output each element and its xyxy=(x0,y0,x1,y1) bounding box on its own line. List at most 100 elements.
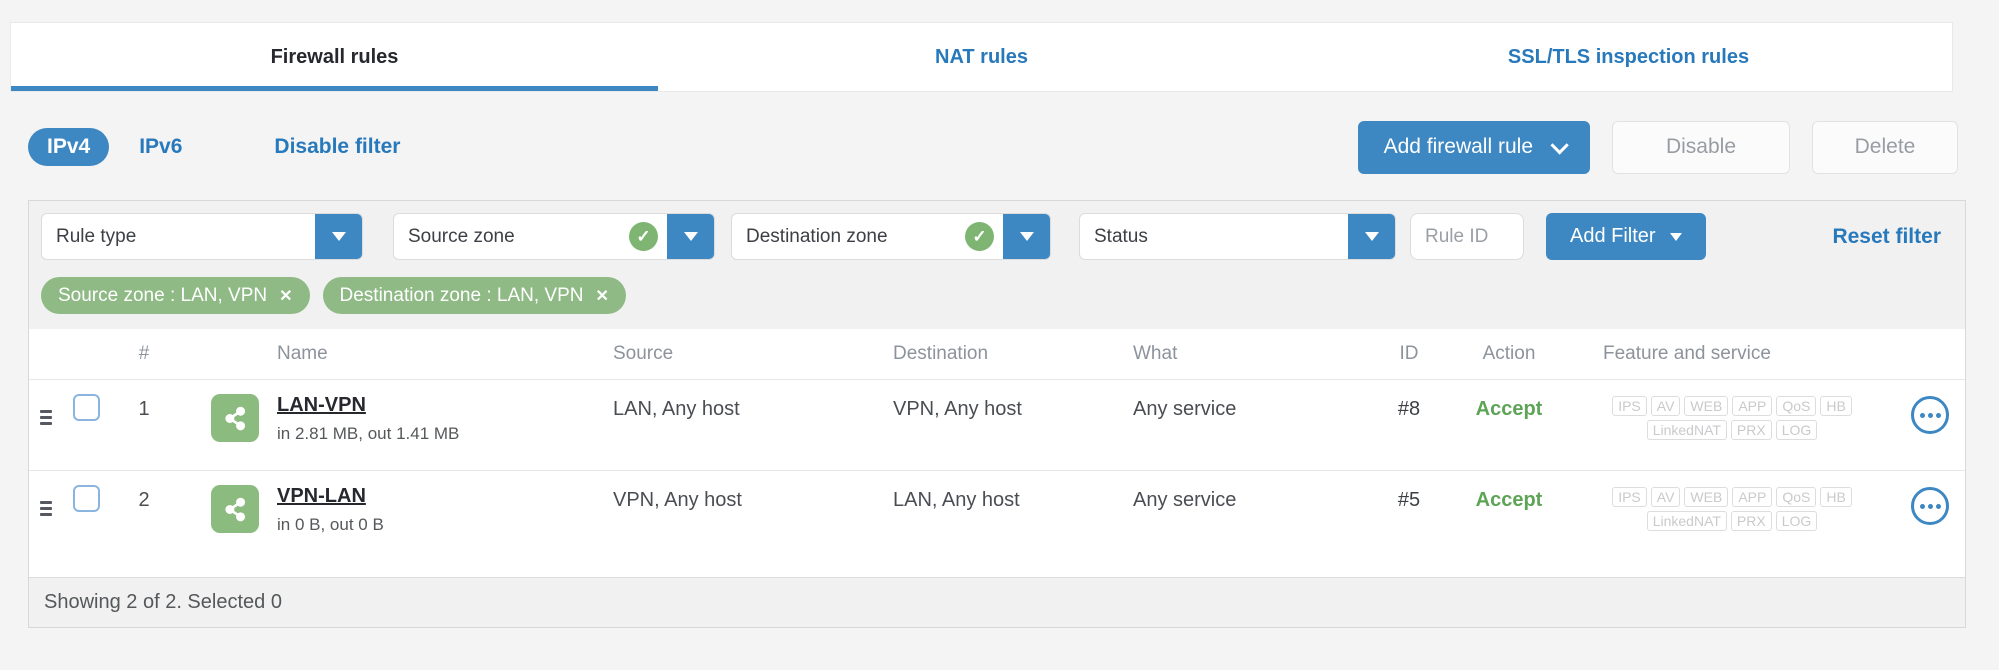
action-cell: Accept xyxy=(1475,489,1543,511)
checkbox-cell xyxy=(63,380,109,470)
rule-type-dropdown-button[interactable] xyxy=(315,214,362,259)
tab-nat-rules[interactable]: NAT rules xyxy=(658,23,1305,91)
table-header: # Name Source Destination What ID Action… xyxy=(29,329,1965,379)
source-zone-dropdown-label: Source zone xyxy=(408,225,515,247)
ipv6-toggle[interactable]: IPv6 xyxy=(139,135,182,159)
status-dropdown-button[interactable] xyxy=(1348,214,1395,259)
source-cell: VPN, Any host xyxy=(613,489,742,511)
badge-av: AV xyxy=(1650,396,1681,416)
badge-linkednat: LinkedNAT xyxy=(1646,420,1727,440)
badge-prx: PRX xyxy=(1730,511,1772,531)
rule-traffic-stats: in 0 B, out 0 B xyxy=(277,515,384,534)
rules-tab-bar: Firewall rules NAT rules SSL/TLS inspect… xyxy=(10,22,1953,92)
badge-app: APP xyxy=(1732,487,1773,507)
close-icon[interactable]: ✕ xyxy=(595,286,608,306)
drag-handle[interactable] xyxy=(29,380,63,470)
destination-zone-dropdown-label: Destination zone xyxy=(746,225,888,247)
table-row: 2 VPN-LAN in 0 B, out 0 B VPN, Any host … xyxy=(29,470,1965,561)
column-header-name: Name xyxy=(277,343,328,364)
column-header-id: ID xyxy=(1399,343,1419,364)
caret-down-icon xyxy=(1669,232,1682,241)
badge-line: IPS AV WEB APP QoS HB xyxy=(1569,485,1895,509)
filter-dropdown-row: Rule type Source zone ✓ Destination zone… xyxy=(41,213,1953,260)
badge-qos: QoS xyxy=(1776,487,1817,507)
badge-log: LOG xyxy=(1775,511,1818,531)
badge-line: LinkedNAT PRX LOG xyxy=(1569,509,1895,533)
rule-type-dropdown[interactable]: Rule type xyxy=(41,213,363,260)
reset-filter-link[interactable]: Reset filter xyxy=(1832,225,1941,249)
checkbox-cell xyxy=(63,471,109,561)
badge-log: LOG xyxy=(1775,420,1818,440)
what-cell: Any service xyxy=(1133,398,1237,420)
feature-badges: IPS AV WEB APP QoS HB LinkedNAT PRX LOG xyxy=(1569,471,1895,561)
action-cell: Accept xyxy=(1475,398,1543,420)
row-menu-button[interactable] xyxy=(1911,396,1949,434)
chevron-down-icon xyxy=(1550,135,1569,155)
row-checkbox[interactable] xyxy=(72,394,100,421)
badge-line: IPS AV WEB APP QoS HB xyxy=(1569,394,1895,418)
row-menu-button[interactable] xyxy=(1911,487,1949,525)
row-number: 1 xyxy=(138,398,150,420)
ipv4-toggle[interactable]: IPv4 xyxy=(28,128,110,166)
share-network-icon xyxy=(211,394,259,442)
name-cell: VPN-LAN in 0 B, out 0 B xyxy=(179,471,599,561)
column-header-num: # xyxy=(138,343,150,364)
badge-web: WEB xyxy=(1684,396,1729,416)
filter-chip-row: Source zone : LAN, VPN ✕ Destination zon… xyxy=(41,260,1953,329)
badge-web: WEB xyxy=(1684,487,1729,507)
badge-qos: QoS xyxy=(1776,396,1817,416)
tab-firewall-rules[interactable]: Firewall rules xyxy=(11,23,658,91)
more-cell xyxy=(1895,380,1965,470)
filter-chip-source-zone: Source zone : LAN, VPN ✕ xyxy=(41,277,310,314)
rule-name-block: VPN-LAN in 0 B, out 0 B xyxy=(277,485,384,561)
destination-cell: LAN, Any host xyxy=(893,489,1020,511)
badge-prx: PRX xyxy=(1730,420,1772,440)
add-firewall-rule-button[interactable]: Add firewall rule xyxy=(1357,120,1590,174)
column-header-source: Source xyxy=(613,343,674,364)
caret-down-icon xyxy=(1019,232,1034,241)
rule-name-link[interactable]: VPN-LAN xyxy=(277,485,384,508)
toolbar: IPv4 IPv6 Disable filter Add firewall ru… xyxy=(28,120,1958,174)
firewall-rules-panel: Rule type Source zone ✓ Destination zone… xyxy=(28,200,1966,628)
disable-filter-link[interactable]: Disable filter xyxy=(274,135,400,159)
add-filter-button[interactable]: Add Filter xyxy=(1546,213,1706,260)
destination-zone-dropdown[interactable]: Destination zone ✓ xyxy=(731,213,1051,260)
share-network-icon xyxy=(211,485,259,533)
status-dropdown[interactable]: Status xyxy=(1079,213,1396,260)
disable-button[interactable]: Disable xyxy=(1612,120,1790,174)
column-header-what: What xyxy=(1133,343,1178,364)
what-cell: Any service xyxy=(1133,489,1237,511)
delete-button[interactable]: Delete xyxy=(1812,120,1958,174)
rule-traffic-stats: in 2.81 MB, out 1.41 MB xyxy=(277,424,460,443)
column-header-feature: Feature and service xyxy=(1603,343,1771,364)
name-cell: LAN-VPN in 2.81 MB, out 1.41 MB xyxy=(179,380,599,470)
more-cell xyxy=(1895,471,1965,561)
column-header-action: Action xyxy=(1482,343,1536,364)
badge-ips: IPS xyxy=(1612,396,1647,416)
badge-line: LinkedNAT PRX LOG xyxy=(1569,418,1895,442)
rule-id-cell: #5 xyxy=(1397,489,1421,511)
rule-id-input[interactable] xyxy=(1410,213,1524,260)
rule-name-link[interactable]: LAN-VPN xyxy=(277,394,459,417)
filter-chip-label: Destination zone : LAN, VPN xyxy=(339,284,584,306)
tab-ssl-tls-inspection-rules[interactable]: SSL/TLS inspection rules xyxy=(1305,23,1952,91)
caret-down-icon xyxy=(331,232,346,241)
table-row: 1 LAN-VPN in 2.81 MB, out 1.41 MB LAN, A… xyxy=(29,379,1965,470)
check-circle-icon: ✓ xyxy=(629,222,658,251)
source-zone-dropdown[interactable]: Source zone ✓ xyxy=(393,213,715,260)
row-checkbox[interactable] xyxy=(72,485,100,512)
badge-app: APP xyxy=(1732,396,1773,416)
destination-zone-dropdown-button[interactable] xyxy=(1003,214,1050,259)
badge-hb: HB xyxy=(1820,487,1852,507)
row-number: 2 xyxy=(138,489,150,511)
source-cell: LAN, Any host xyxy=(613,398,740,420)
badge-av: AV xyxy=(1650,487,1681,507)
table-footer-status: Showing 2 of 2. Selected 0 xyxy=(29,577,1965,627)
caret-down-icon xyxy=(683,232,698,241)
check-circle-icon: ✓ xyxy=(965,222,994,251)
badge-hb: HB xyxy=(1820,396,1852,416)
close-icon[interactable]: ✕ xyxy=(279,286,292,306)
rule-type-dropdown-label: Rule type xyxy=(56,225,137,247)
source-zone-dropdown-button[interactable] xyxy=(667,214,714,259)
drag-handle[interactable] xyxy=(29,471,63,561)
